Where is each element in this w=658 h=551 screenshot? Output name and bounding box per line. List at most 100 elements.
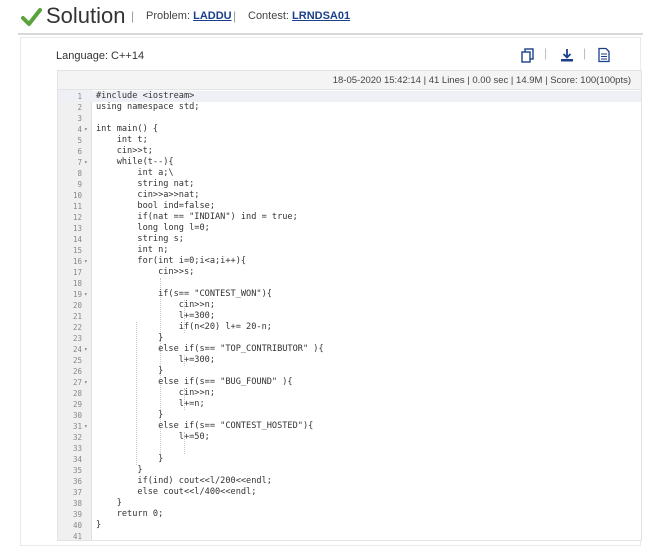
- line-number: 32: [72, 433, 82, 442]
- line-number: 9: [77, 180, 82, 189]
- code-text: int n;: [96, 245, 169, 255]
- line-number: 11: [72, 202, 82, 211]
- code-line: 5 int t;: [58, 135, 641, 146]
- code-line: 24 ▾ else if(s== "TOP_CONTRIBUTOR" ){: [58, 344, 641, 355]
- code-text: return 0;: [96, 509, 164, 519]
- code-text: cin>>n;: [96, 300, 215, 310]
- line-number: 28: [72, 389, 82, 398]
- code-text: l+=n;: [96, 399, 205, 409]
- line-number: 36: [72, 477, 82, 486]
- line-number: 25: [72, 356, 82, 365]
- code-text: int a;\: [96, 168, 174, 178]
- fold-toggle-icon[interactable]: ▾: [84, 124, 88, 135]
- code-line: 1 #include <iostream>: [58, 91, 641, 102]
- line-number: 18: [72, 279, 82, 288]
- code-text: l+=300;: [96, 355, 215, 365]
- code-line: 29 l+=n;: [58, 399, 641, 410]
- line-number: 8: [77, 169, 82, 178]
- line-number: 24: [72, 345, 82, 354]
- code-text: string s;: [96, 234, 184, 244]
- header-divider: [18, 33, 643, 35]
- line-number: 26: [72, 367, 82, 376]
- line-number: 41: [72, 532, 82, 541]
- code-line: 22 if(n<20) l+= 20-n;: [58, 322, 641, 333]
- line-number: 20: [72, 301, 82, 310]
- code-text: }: [96, 333, 164, 343]
- toolbar-separator: |: [544, 46, 548, 60]
- code-text: else if(s== "TOP_CONTRIBUTOR" ){: [96, 344, 324, 354]
- code-line: 31 ▾ else if(s== "CONTEST_HOSTED"){: [58, 421, 641, 432]
- code-editor[interactable]: 1 #include <iostream> 2 using namespace std…: [57, 89, 642, 541]
- line-number: 21: [72, 312, 82, 321]
- code-text: }: [96, 498, 122, 508]
- code-line: 10 cin>>a>>nat;: [58, 190, 641, 201]
- memory-usage: 14.9M: [516, 75, 543, 86]
- fold-toggle-icon[interactable]: ▾: [84, 157, 88, 168]
- code-text: if(ind) cout<<l/200<<endl;: [96, 476, 272, 486]
- code-text: if(nat == "INDIAN") ind = true;: [96, 212, 298, 222]
- code-text: }: [96, 454, 164, 464]
- code-line: 36 if(ind) cout<<l/200<<endl;: [58, 476, 641, 487]
- line-number: 33: [72, 444, 82, 453]
- code-line: 6 cin>>t;: [58, 146, 641, 157]
- line-number: 14: [72, 235, 82, 244]
- code-text: else cout<<l/400<<endl;: [96, 487, 257, 497]
- code-line: 15 int n;: [58, 245, 641, 256]
- code-line: 39 return 0;: [58, 509, 641, 520]
- code-line: 26 }: [58, 366, 641, 377]
- code-line: 40}: [58, 520, 641, 531]
- code-line: 27 ▾ else if(s== "BUG_FOUND" ){: [58, 377, 641, 388]
- code-line: 8 int a;\: [58, 168, 641, 179]
- contest-info: Contest: LRNDSA01: [248, 10, 350, 22]
- line-count: 41 Lines: [428, 75, 465, 86]
- contest-link[interactable]: LRNDSA01: [292, 10, 350, 22]
- line-number: 23: [72, 334, 82, 343]
- code-line: 11 bool ind=false;: [58, 201, 641, 212]
- open-file-icon[interactable]: [596, 47, 612, 63]
- line-number: 27: [72, 378, 82, 387]
- line-number: 16: [72, 257, 82, 266]
- line-number: 34: [72, 455, 82, 464]
- submission-status-bar: 18-05-2020 15:42:14 | 41 Lines | 0.00 se…: [57, 70, 642, 90]
- code-line: 4 ▾ int main() {: [58, 124, 641, 135]
- code-line: 7 ▾ while(t--){: [58, 157, 641, 168]
- code-line: 9 string nat;: [58, 179, 641, 190]
- code-text: #include <iostream>: [96, 91, 195, 101]
- code-text: if(n<20) l+= 20-n;: [96, 322, 272, 332]
- code-text: string nat;: [96, 179, 195, 189]
- fold-toggle-icon[interactable]: ▾: [84, 377, 88, 388]
- contest-label: Contest:: [248, 10, 289, 22]
- page-title: Solution: [46, 3, 126, 28]
- line-number: 30: [72, 411, 82, 420]
- download-icon[interactable]: [559, 47, 575, 63]
- code-text: l+=50;: [96, 432, 210, 442]
- code-text: cin>>s;: [96, 267, 195, 277]
- fold-toggle-icon[interactable]: ▾: [84, 344, 88, 355]
- code-line: 38 }: [58, 498, 641, 509]
- fold-toggle-icon[interactable]: ▾: [84, 421, 88, 432]
- line-number: 6: [77, 147, 82, 156]
- code-line: 3: [58, 113, 641, 124]
- line-number: 15: [72, 246, 82, 255]
- code-text: if(s== "CONTEST_WON"){: [96, 289, 272, 299]
- toolbar-separator: |: [583, 46, 587, 60]
- fold-toggle-icon[interactable]: ▾: [84, 256, 88, 267]
- fold-toggle-icon[interactable]: ▾: [84, 289, 88, 300]
- code-line: 34 }: [58, 454, 641, 465]
- line-number: 7: [77, 158, 82, 167]
- problem-link[interactable]: LADDU: [193, 10, 232, 22]
- line-number: 37: [72, 488, 82, 497]
- line-number: 22: [72, 323, 82, 332]
- run-time: 0.00 sec: [472, 75, 509, 86]
- code-line: 13 long long l=0;: [58, 223, 641, 234]
- line-number: 4: [77, 125, 82, 134]
- code-line: 12 if(nat == "INDIAN") ind = true;: [58, 212, 641, 223]
- code-line: 21 l+=300;: [58, 311, 641, 322]
- code-line: 2 using namespace std;: [58, 102, 641, 113]
- line-number: 1: [77, 92, 82, 101]
- code-text: int t;: [96, 135, 148, 145]
- code-text: using namespace std;: [96, 102, 200, 112]
- language-label: Language: C++14: [56, 50, 145, 62]
- code-text: cin>>n;: [96, 388, 215, 398]
- copy-icon[interactable]: [520, 47, 536, 63]
